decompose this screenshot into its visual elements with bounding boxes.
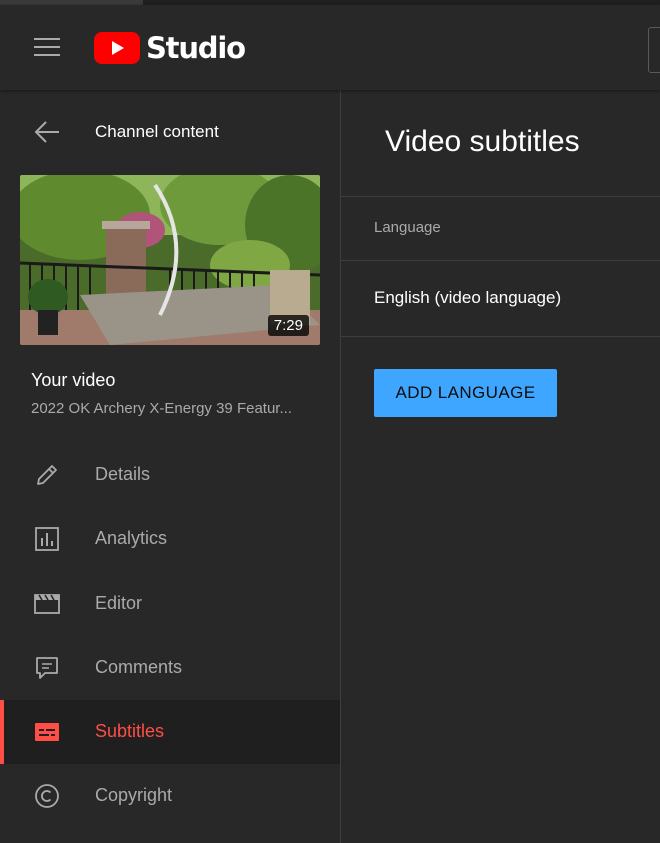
sidebar-item-label: Details [95,464,151,484]
sidebar-item-editor[interactable]: Editor [0,572,340,636]
video-title: 2022 OK Archery X-Energy 39 Featur... [31,400,292,417]
hamburger-menu-icon[interactable] [34,38,60,58]
create-button[interactable] [648,27,660,73]
analytics-icon [35,527,59,552]
sidebar-item-details[interactable]: Details [0,443,340,507]
sidebar-item-label: Analytics [95,528,168,549]
logo-text: Studio [146,31,246,65]
sidebar-item-copyright[interactable]: Copyright [0,764,340,828]
subtitles-icon [35,723,59,742]
copyright-icon [35,784,59,809]
divider [341,260,660,261]
sidebar-item-label: Copyright [95,785,173,806]
pencil-icon [37,465,57,485]
language-row-english[interactable]: English (video language) [374,288,561,308]
language-column-header: Language [374,219,441,236]
sidebar: Channel content 7:29 Your video 2022 OK … [0,90,341,843]
top-header: Studio [0,5,660,90]
sidebar-item-analytics[interactable]: Analytics [0,507,340,571]
your-video-label: Your video [31,370,116,390]
sidebar-item-label: Subtitles [95,721,165,742]
back-to-channel-content[interactable]: Channel content [0,112,340,152]
divider [341,196,660,197]
sidebar-item-label: Comments [95,656,183,677]
sidebar-nav: Details Analytics Editor Comments Subtit… [0,443,340,829]
sidebar-item-subtitles[interactable]: Subtitles [0,700,340,765]
video-duration-badge: 7:29 [267,315,309,336]
video-thumbnail[interactable]: 7:29 [20,175,320,345]
sidebar-item-comments[interactable]: Comments [0,636,340,700]
comment-icon [36,656,58,679]
divider [341,336,660,337]
main-content: Video subtitles Language English (video … [341,90,660,843]
studio-logo[interactable]: Studio [94,30,246,66]
add-language-button[interactable]: ADD LANGUAGE [374,369,557,417]
back-label: Channel content [95,122,219,141]
youtube-play-icon [94,32,140,64]
back-arrow-icon[interactable] [34,120,60,144]
page-title: Video subtitles [385,125,580,158]
clapperboard-icon [34,593,60,614]
sidebar-item-label: Editor [95,592,143,613]
